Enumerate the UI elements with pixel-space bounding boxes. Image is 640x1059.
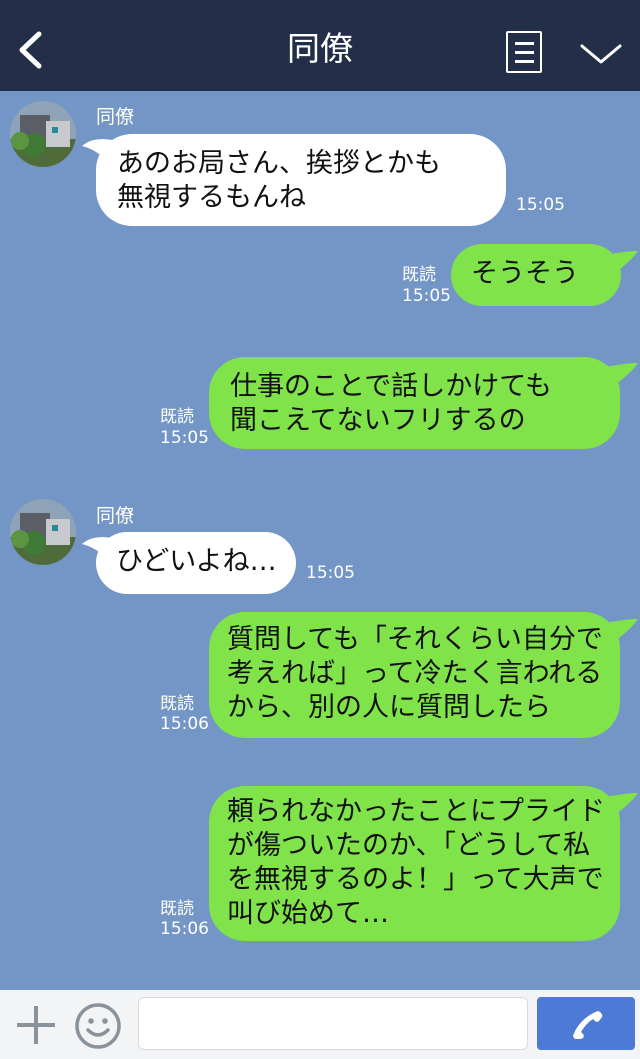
chat-title: 同僚 <box>287 29 353 68</box>
call-button[interactable] <box>537 997 635 1050</box>
avatar[interactable] <box>10 101 76 167</box>
message-time: 15:05 <box>306 563 355 583</box>
message-time: 15:06 <box>160 919 209 939</box>
message-time: 15:05 <box>516 195 565 215</box>
avatar[interactable] <box>10 499 76 565</box>
message-bubble[interactable]: 頼られなかったことにプライド が傷ついたのか、「どうして私 を無視するのよ！」っ… <box>209 786 620 941</box>
message-bubble[interactable]: 仕事のことで話しかけても 聞こえてないフリするの <box>209 357 620 449</box>
composer-bar <box>0 990 640 1059</box>
phone-icon <box>573 1011 603 1039</box>
message-input[interactable] <box>138 997 528 1050</box>
read-receipt: 既読 <box>160 407 194 427</box>
message-time: 15:05 <box>402 286 451 306</box>
chevron-down-icon[interactable] <box>578 38 624 68</box>
message-bubble[interactable]: ひどいよね… <box>96 532 296 594</box>
chat-header: 同僚 <box>0 0 640 91</box>
sender-name: 同僚 <box>96 106 135 128</box>
menu-icon[interactable] <box>506 31 542 73</box>
message-bubble[interactable]: あのお局さん、挨拶とかも 無視するもんね <box>96 134 506 226</box>
message-bubble[interactable]: 質問しても「それくらい自分で 考えれば」って冷たく言われる から、別の人に質問し… <box>209 612 620 738</box>
bubble-tail <box>604 619 638 643</box>
read-receipt: 既読 <box>160 694 194 714</box>
sender-name: 同僚 <box>96 505 135 527</box>
bubble-tail <box>604 793 638 817</box>
message-bubble[interactable]: そうそう <box>451 244 621 306</box>
bubble-tail <box>604 251 638 275</box>
read-receipt: 既読 <box>160 899 194 919</box>
bubble-tail <box>604 363 638 387</box>
smiley-icon[interactable] <box>74 1002 122 1050</box>
message-time: 15:06 <box>160 714 209 734</box>
message-list[interactable]: 同僚 あのお局さん、挨拶とかも 無視するもんね 15:05 既読 15:05 そ… <box>0 91 640 990</box>
message-time: 15:05 <box>160 428 209 448</box>
read-receipt: 既読 <box>402 265 436 285</box>
plus-icon[interactable] <box>15 1004 57 1046</box>
